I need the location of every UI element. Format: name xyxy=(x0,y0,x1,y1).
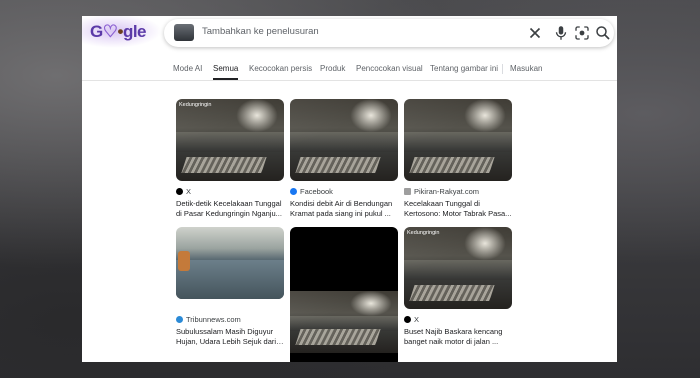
tab-divider xyxy=(502,64,503,74)
source-name: Tribunnews.com xyxy=(186,315,241,324)
result-source[interactable]: Facebook xyxy=(290,187,333,196)
search-input[interactable]: Tambahkan ke penelusuran xyxy=(202,26,319,37)
google-doodle-logo[interactable]: G ♡ • gle xyxy=(82,16,162,48)
result-card[interactable] xyxy=(290,227,398,362)
google-lens-results-window: G ♡ • gle Tambahkan ke penelusuran Mode AI … xyxy=(82,16,617,362)
result-image[interactable] xyxy=(290,99,398,181)
tab-mode-ai[interactable]: Mode AI xyxy=(173,64,202,73)
result-title[interactable]: Buset Najib Baskara kencang banget naik m… xyxy=(404,327,512,347)
tab-semua[interactable]: Semua xyxy=(213,64,239,80)
x-logo-icon xyxy=(176,188,183,195)
header: G ♡ • gle Tambahkan ke penelusuran xyxy=(82,16,617,50)
tab-masukan[interactable]: Masukan xyxy=(510,64,542,73)
query-image-thumbnail[interactable] xyxy=(174,24,194,41)
result-title[interactable]: Subulussalam Masih Diguyur Hujan, Udara L… xyxy=(176,327,284,347)
result-title[interactable]: Detik-detik Kecelakaan Tunggal di Pasar K… xyxy=(176,199,284,219)
result-tabs: Mode AI Semua Kecocokan persis Produk Pe… xyxy=(82,60,617,81)
tab-pencocokan-visual[interactable]: Pencocokan visual xyxy=(356,64,423,73)
result-image[interactable] xyxy=(176,227,284,299)
microphone-icon[interactable] xyxy=(552,24,570,42)
image-overlay-text: Kedungringin xyxy=(407,230,440,236)
result-source[interactable]: Tribunnews.com xyxy=(176,315,241,324)
result-title[interactable]: Kondisi debit Air di Bendungan Kramat pad… xyxy=(290,199,398,219)
result-image[interactable] xyxy=(290,227,398,362)
source-name: Pikiran-Rakyat.com xyxy=(414,187,480,196)
tab-kecocokan-persis[interactable]: Kecocokan persis xyxy=(249,64,312,73)
lens-camera-icon[interactable] xyxy=(573,24,591,42)
source-name: Facebook xyxy=(300,187,333,196)
search-icon[interactable] xyxy=(594,24,612,42)
result-source[interactable]: X xyxy=(176,187,191,196)
result-image[interactable]: Kedungringin xyxy=(176,99,284,181)
tab-tentang-gambar-ini[interactable]: Tentang gambar ini xyxy=(430,64,498,73)
search-box[interactable]: Tambahkan ke penelusuran xyxy=(164,19,614,47)
result-source[interactable]: X xyxy=(404,315,419,324)
result-image[interactable] xyxy=(404,99,512,181)
result-title[interactable]: Kecelakaan Tunggal di Kertosono: Motor Ta… xyxy=(404,199,512,219)
image-overlay-text: Kedungringin xyxy=(179,102,212,108)
source-name: X xyxy=(414,315,420,324)
pikiran-rakyat-logo-icon xyxy=(404,188,411,195)
tribunnews-logo-icon xyxy=(176,316,183,323)
result-source[interactable]: Pikiran-Rakyat.com xyxy=(404,187,479,196)
tab-produk[interactable]: Produk xyxy=(320,64,345,73)
facebook-logo-icon xyxy=(290,188,297,195)
result-image[interactable]: Kedungringin xyxy=(404,227,512,309)
source-name: X xyxy=(186,187,192,196)
result-image-inner xyxy=(290,291,398,353)
close-icon[interactable] xyxy=(526,24,544,42)
x-logo-icon xyxy=(404,316,411,323)
